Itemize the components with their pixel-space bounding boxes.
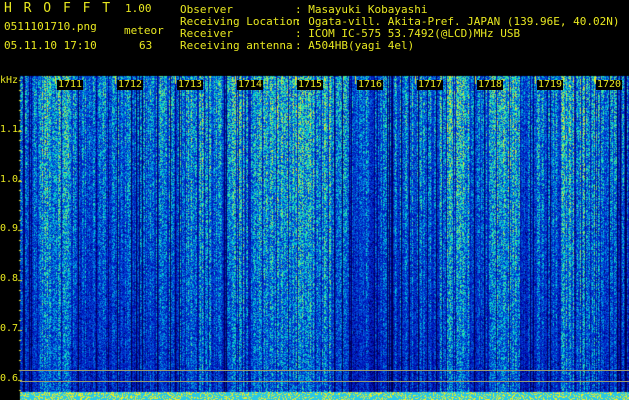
y-unit-label: kHz: [0, 75, 19, 86]
time-tick-1720: 1720: [596, 79, 623, 90]
spectrogram: [0, 0, 629, 400]
meteor-count: 63: [139, 39, 153, 52]
datetime-label: 05.11.10 17:10: [4, 39, 97, 52]
y-tick-1.1: 1.1: [0, 124, 19, 135]
time-tick-1716: 1716: [357, 79, 384, 90]
time-tick-1718: 1718: [477, 79, 504, 90]
y-tick-0.6: 0.6: [0, 373, 19, 384]
time-tick-1717: 1717: [417, 79, 444, 90]
filename-label: 0511101710.png: [4, 20, 97, 33]
time-tick-1712: 1712: [117, 79, 144, 90]
antenna-label: Receiving antenna: [180, 39, 293, 52]
time-tick-1714: 1714: [237, 79, 264, 90]
y-tick-0.8: 0.8: [0, 273, 19, 284]
time-tick-1715: 1715: [297, 79, 324, 90]
time-tick-1719: 1719: [537, 79, 564, 90]
reference-line: [20, 381, 629, 382]
y-tick-0.9: 0.9: [0, 223, 19, 234]
app-title: H R O F F T: [4, 1, 113, 16]
version-label: 1.00: [125, 2, 152, 15]
time-tick-1711: 1711: [57, 79, 84, 90]
reference-line: [20, 370, 629, 371]
time-tick-1713: 1713: [177, 79, 204, 90]
meteor-label: meteor: [124, 24, 164, 37]
antenna-value: : A504HB(yagi 4el): [295, 39, 415, 52]
y-tick-1.0: 1.0: [0, 174, 19, 185]
y-tick-0.7: 0.7: [0, 323, 19, 334]
